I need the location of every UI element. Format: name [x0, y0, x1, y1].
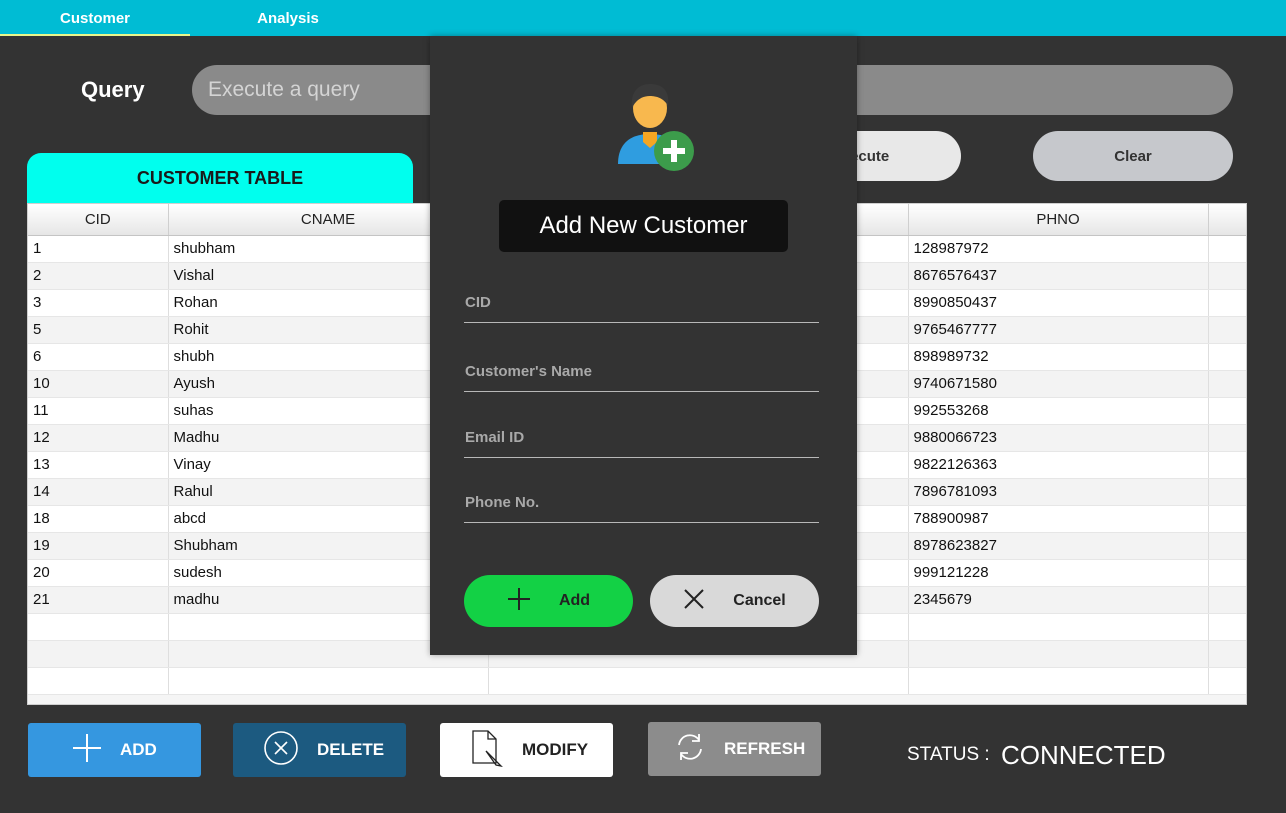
table-cell[interactable] [908, 613, 1209, 641]
table-cell[interactable] [1208, 532, 1246, 560]
table-cell[interactable]: 2 [28, 262, 169, 290]
status-value: CONNECTED [1001, 740, 1166, 770]
add-button-label: ADD [120, 740, 157, 759]
table-cell[interactable]: 11 [28, 397, 169, 425]
table-cell[interactable]: 18 [28, 505, 169, 533]
table-cell[interactable]: 12 [28, 424, 169, 452]
table-cell[interactable]: 992553268 [908, 397, 1209, 425]
customer-name-field[interactable] [464, 352, 819, 392]
query-label: Query [81, 77, 145, 102]
table-cell[interactable]: 20 [28, 559, 169, 587]
tab-customer[interactable]: Customer [0, 0, 190, 36]
table-cell[interactable] [168, 667, 489, 695]
table-cell[interactable]: 13 [28, 451, 169, 479]
table-cell[interactable]: 19 [28, 532, 169, 560]
table-cell[interactable]: 6 [28, 343, 169, 371]
modify-button[interactable]: MODIFY [440, 723, 613, 777]
phone-field[interactable] [464, 483, 819, 523]
delete-button-label: DELETE [317, 740, 385, 759]
table-cell[interactable]: 8990850437 [908, 289, 1209, 317]
close-circle-icon [263, 730, 299, 771]
column-header[interactable] [1208, 204, 1246, 236]
tab-bar: Customer Analysis [0, 0, 1286, 36]
table-cell[interactable] [1208, 343, 1246, 371]
table-cell[interactable] [1208, 370, 1246, 398]
table-cell[interactable]: 14 [28, 478, 169, 506]
refresh-button-label: REFRESH [724, 739, 806, 758]
table-cell[interactable]: 8676576437 [908, 262, 1209, 290]
table-cell[interactable]: 9880066723 [908, 424, 1209, 452]
table-cell[interactable] [1208, 289, 1246, 317]
table-cell[interactable]: 999121228 [908, 559, 1209, 587]
dialog-add-button[interactable]: Add [464, 575, 633, 627]
table-cell[interactable]: 9822126363 [908, 451, 1209, 479]
customer-table-title: CUSTOMER TABLE [27, 153, 413, 203]
table-cell[interactable] [1208, 586, 1246, 614]
table-cell[interactable] [28, 613, 169, 641]
table-cell[interactable] [1208, 478, 1246, 506]
table-cell[interactable] [28, 667, 169, 695]
column-header[interactable]: CID [28, 204, 169, 236]
table-cell[interactable]: 10 [28, 370, 169, 398]
table-cell[interactable]: 128987972 [908, 235, 1209, 263]
table-cell[interactable]: 9740671580 [908, 370, 1209, 398]
table-cell[interactable] [28, 640, 169, 668]
dialog-cancel-button[interactable]: Cancel [650, 575, 819, 627]
dialog-cancel-label: Cancel [733, 592, 786, 609]
tab-analysis[interactable]: Analysis [193, 0, 383, 36]
delete-button[interactable]: DELETE [233, 723, 406, 777]
add-user-icon [616, 82, 696, 177]
table-row[interactable] [28, 667, 1246, 695]
table-cell[interactable]: 9765467777 [908, 316, 1209, 344]
email-field[interactable] [464, 418, 819, 458]
table-cell[interactable] [908, 667, 1209, 695]
table-cell[interactable] [1208, 397, 1246, 425]
table-cell[interactable] [1208, 424, 1246, 452]
add-button[interactable]: ADD [28, 723, 201, 777]
modify-button-label: MODIFY [522, 740, 589, 759]
table-cell[interactable] [1208, 640, 1246, 668]
table-cell[interactable]: 7896781093 [908, 478, 1209, 506]
table-cell[interactable] [908, 640, 1209, 668]
table-cell[interactable] [1208, 613, 1246, 641]
table-cell[interactable]: 21 [28, 586, 169, 614]
plus-icon [507, 587, 531, 616]
table-cell[interactable]: 5 [28, 316, 169, 344]
table-cell[interactable]: 788900987 [908, 505, 1209, 533]
table-cell[interactable]: 3 [28, 289, 169, 317]
dialog-add-label: Add [558, 592, 591, 609]
status-label: STATUS : [907, 744, 990, 765]
table-cell[interactable]: 1 [28, 235, 169, 263]
table-cell[interactable] [1208, 235, 1246, 263]
plus-icon [72, 733, 102, 768]
table-cell[interactable] [488, 667, 909, 695]
clear-button[interactable]: Clear [1033, 131, 1233, 181]
edit-document-icon [470, 729, 504, 772]
table-cell[interactable] [1208, 505, 1246, 533]
refresh-button[interactable]: REFRESH [648, 722, 821, 776]
add-customer-dialog: Add New Customer Add Cancel [430, 36, 857, 655]
table-cell[interactable] [1208, 559, 1246, 587]
table-cell[interactable]: 8978623827 [908, 532, 1209, 560]
table-cell[interactable] [1208, 451, 1246, 479]
column-header[interactable]: PHNO [908, 204, 1209, 236]
table-cell[interactable]: 898989732 [908, 343, 1209, 371]
close-icon [683, 588, 705, 615]
table-cell[interactable]: 2345679 [908, 586, 1209, 614]
table-cell[interactable] [1208, 667, 1246, 695]
cid-field[interactable] [464, 283, 819, 323]
dialog-title: Add New Customer [499, 200, 788, 252]
table-cell[interactable] [1208, 262, 1246, 290]
table-cell[interactable] [1208, 316, 1246, 344]
refresh-icon [674, 731, 706, 768]
